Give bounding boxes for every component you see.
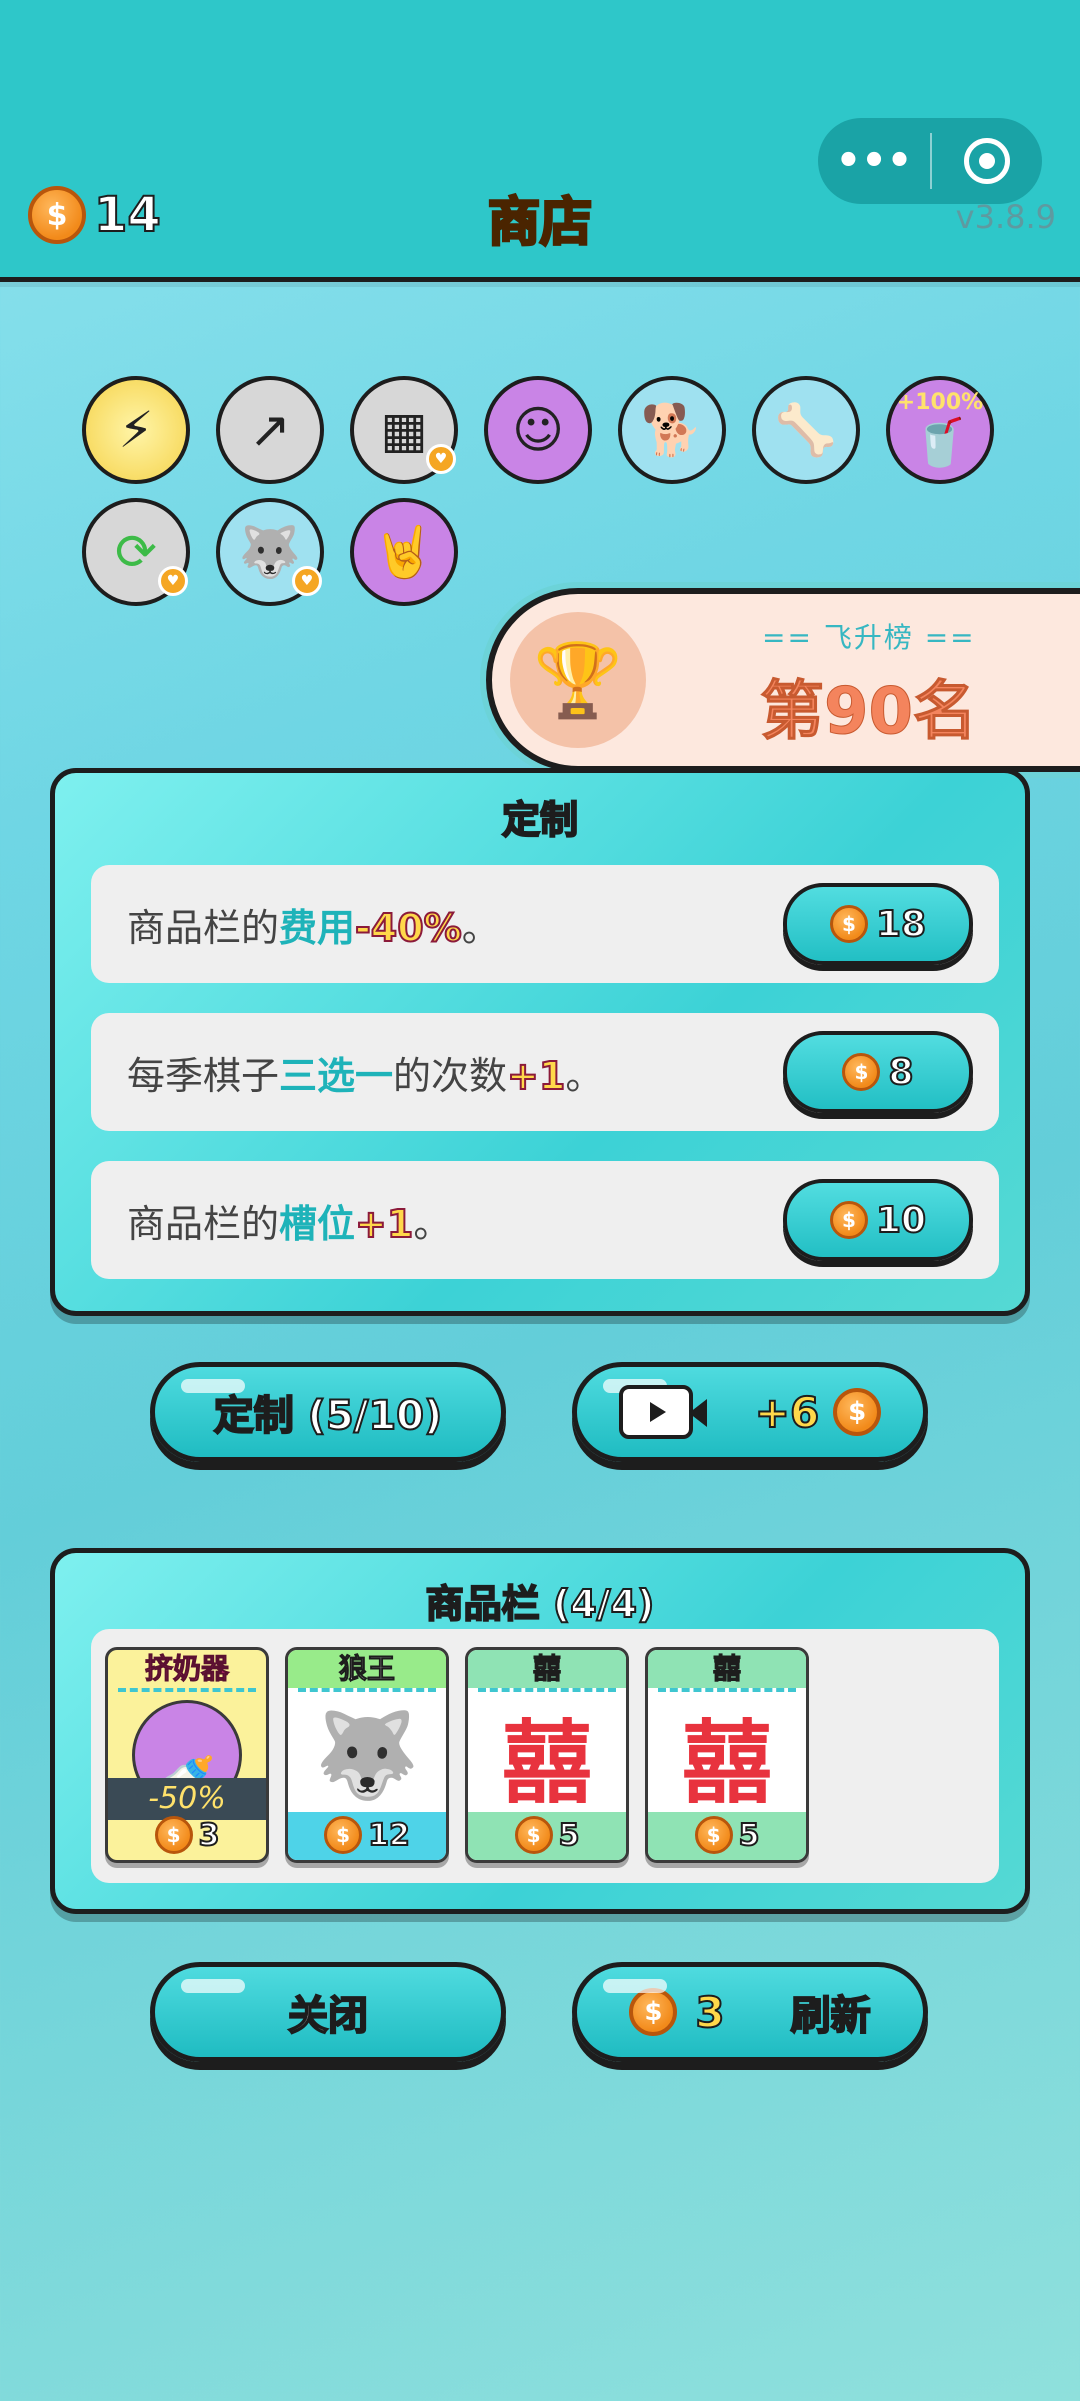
price-value: 10 <box>875 1199 927 1242</box>
card-price: $ 3 <box>108 1816 266 1854</box>
card-name: 囍 <box>468 1650 626 1688</box>
shop-panel: 商品栏 (4/4) 挤奶器 🍼 -50% $ 3 狼王 🐺 $ 12 囍 <box>50 1548 1030 1914</box>
price-value: 18 <box>875 903 927 946</box>
refresh-button[interactable]: $ 3 刷新 <box>572 1962 928 2062</box>
math-face-icon[interactable]: ☺ <box>484 376 592 484</box>
mini-program-capsule: ••• <box>818 118 1042 204</box>
heart-badge-icon: ♥ <box>158 566 188 596</box>
trophy-icon: 🏆 <box>510 612 646 748</box>
row-text: 每季棋子 <box>127 1053 280 1098</box>
card-name: 挤奶器 <box>144 1652 229 1686</box>
heart-badge-icon: ♥ <box>426 444 456 474</box>
rank-subtitle: == 飞升榜 == <box>762 621 976 654</box>
row-text: 商品栏的 <box>127 905 280 950</box>
refresh-label: 刷新 <box>790 1992 872 2040</box>
card-price-value: 12 <box>367 1817 411 1854</box>
shop-card-milker[interactable]: 挤奶器 🍼 -50% $ 3 <box>105 1647 269 1863</box>
target-icon <box>964 138 1010 184</box>
video-reward-value: +6 <box>754 1387 820 1438</box>
custom-count-button[interactable]: 定制 (5/10) <box>150 1362 506 1462</box>
close-mini-program-button[interactable] <box>932 138 1042 184</box>
shop-slots: 挤奶器 🍼 -50% $ 3 狼王 🐺 $ 12 囍 囍 $ <box>91 1629 999 1883</box>
row-text-end: 。 <box>461 905 500 950</box>
shop-panel-title: 商品栏 (4/4) <box>425 1581 656 1627</box>
coin-icon: $ <box>694 1816 733 1854</box>
milk-tea-icon[interactable]: +100% 🥤 <box>886 376 994 484</box>
double-happiness-icon: 囍 <box>682 1710 772 1816</box>
card-name: 囍 <box>648 1650 806 1688</box>
coin-icon: $ <box>842 1053 881 1091</box>
card-price-value: 5 <box>738 1817 761 1854</box>
buy-cost-reduction-button[interactable]: $ 18 <box>783 883 973 965</box>
custom-count-label: 定制 (5/10) <box>213 1392 444 1440</box>
close-label: 关闭 <box>287 1992 369 2040</box>
row-value: -40% <box>354 905 463 951</box>
bone-bowl-icon[interactable]: 🦴 <box>752 376 860 484</box>
card-price: $ 5 <box>468 1816 626 1854</box>
rock-hand-icon[interactable]: 🤘 <box>350 498 458 606</box>
wolf-king-icon: 🐺 <box>314 1705 420 1804</box>
row-value: +1 <box>506 1053 566 1099</box>
buy-choice-count-button[interactable]: $ 8 <box>783 1031 973 1113</box>
refresh-icon[interactable]: ⟳ ♥ <box>82 498 190 606</box>
arrow-up-icon[interactable]: ↗ <box>216 376 324 484</box>
row-highlight: 三选一 <box>279 1053 394 1098</box>
row-highlight: 槽位 <box>279 1201 356 1246</box>
coin-icon: $ <box>833 1388 882 1436</box>
version-label: v3.8.9 <box>955 198 1056 236</box>
coin-icon: $ <box>629 1988 678 2036</box>
discount-badge: -50% <box>108 1778 266 1820</box>
double-happiness-icon: 囍 <box>502 1710 592 1816</box>
shop-card-wolf-king[interactable]: 狼王 🐺 $ 12 <box>285 1647 449 1863</box>
card-name: 狼王 <box>288 1650 446 1688</box>
shop-card-double-happiness[interactable]: 囍 囍 $ 5 <box>645 1647 809 1863</box>
milk-tea-bonus-label: +100% <box>896 390 984 415</box>
card-price: $ 12 <box>288 1816 446 1854</box>
custom-panel-title: 定制 <box>501 797 579 843</box>
coin-icon: $ <box>324 1816 363 1854</box>
coin-icon: $ <box>829 905 868 943</box>
refresh-cost: 3 <box>694 1987 725 2038</box>
custom-row-choice: 每季棋子三选一的次数+1。 $ 8 <box>91 1013 999 1131</box>
shop-card-double-happiness[interactable]: 囍 囍 $ 5 <box>465 1647 629 1863</box>
heart-badge-icon: ♥ <box>292 566 322 596</box>
row-text-end: 。 <box>413 1201 452 1246</box>
custom-panel: 定制 商品栏的费用-40%。 $ 18 每季棋子三选一的次数+1。 $ 8 商品… <box>50 768 1030 1316</box>
buy-slot-button[interactable]: $ 10 <box>783 1179 973 1261</box>
rank-value: 第90名 <box>759 675 978 750</box>
video-camera-icon <box>618 1385 707 1439</box>
coin-icon: $ <box>829 1201 868 1239</box>
custom-row-slot: 商品栏的槽位+1。 $ 10 <box>91 1161 999 1279</box>
row-text: 商品栏的 <box>127 1201 280 1246</box>
price-value: 8 <box>887 1051 914 1094</box>
watch-video-button[interactable]: +6 $ <box>572 1362 928 1462</box>
row-text-mid: 的次数 <box>393 1053 508 1098</box>
buff-icon-grid: ⚡ ↗ ▦ ♥ ☺ 🐕 🦴 +100% 🥤 ⟳ ♥ 🐺 ♥ 🤘 <box>82 376 1022 620</box>
coin-icon: $ <box>514 1816 553 1854</box>
coin-icon: $ <box>154 1816 193 1854</box>
card-price-value: 5 <box>558 1817 581 1854</box>
card-price: $ 5 <box>648 1816 806 1854</box>
row-highlight: 费用 <box>279 905 356 950</box>
dog-icon[interactable]: 🐕 <box>618 376 726 484</box>
card-price-value: 3 <box>198 1817 221 1854</box>
custom-row-cost: 商品栏的费用-40%。 $ 18 <box>91 865 999 983</box>
boxes-icon[interactable]: ▦ ♥ <box>350 376 458 484</box>
row-text-end: 。 <box>565 1053 604 1098</box>
more-menu-button[interactable]: ••• <box>818 138 930 184</box>
rank-card[interactable]: 🏆 == 飞升榜 == 第90名 <box>486 588 1080 772</box>
lightning-icon[interactable]: ⚡ <box>82 376 190 484</box>
row-value: +1 <box>354 1201 414 1247</box>
husky-icon[interactable]: 🐺 ♥ <box>216 498 324 606</box>
close-button[interactable]: 关闭 <box>150 1962 506 2062</box>
